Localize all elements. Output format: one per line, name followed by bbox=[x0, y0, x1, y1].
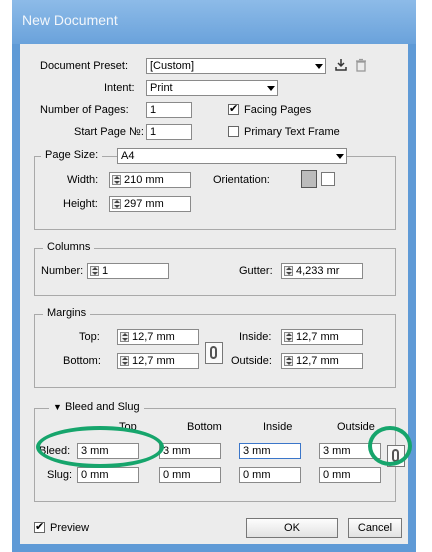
slug-outside-input[interactable]: 0 mm bbox=[319, 467, 381, 483]
intent-value: Print bbox=[150, 82, 173, 94]
header-inside: Inside bbox=[263, 421, 293, 433]
bleed-highlight-ellipse bbox=[36, 426, 164, 468]
margin-inside-input[interactable]: 12,7 mm bbox=[281, 329, 363, 345]
slug-bottom-input[interactable]: 0 mm bbox=[159, 467, 221, 483]
delete-preset-icon[interactable] bbox=[354, 58, 368, 72]
page-size-select[interactable]: A4 bbox=[117, 148, 347, 164]
document-preset-label: Document Preset: bbox=[40, 60, 129, 72]
spinner-icon[interactable] bbox=[112, 175, 121, 185]
spinner-icon[interactable] bbox=[90, 266, 99, 276]
spinner-icon[interactable] bbox=[120, 332, 129, 342]
slug-inside-input[interactable]: 0 mm bbox=[239, 467, 301, 483]
spinner-icon[interactable] bbox=[284, 266, 293, 276]
width-input[interactable]: 210 mm bbox=[109, 172, 191, 188]
portrait-orientation-icon[interactable] bbox=[301, 170, 317, 188]
chevron-down-icon bbox=[335, 150, 345, 162]
height-input[interactable]: 297 mm bbox=[109, 196, 191, 212]
slug-top-input[interactable]: 0 mm bbox=[77, 467, 139, 483]
number-of-pages-label: Number of Pages: bbox=[40, 104, 129, 116]
bleed-slug-label: Bleed and Slug bbox=[64, 401, 140, 413]
margin-bottom-input[interactable]: 12,7 mm bbox=[117, 353, 199, 369]
gutter-label: Gutter: bbox=[239, 265, 273, 277]
height-label: Height: bbox=[63, 198, 98, 210]
spinner-icon[interactable] bbox=[284, 356, 293, 366]
primary-text-frame-label: Primary Text Frame bbox=[244, 126, 340, 138]
columns-group-label: Columns bbox=[43, 241, 95, 253]
window-title: New Document bbox=[22, 12, 118, 28]
new-document-dialog: Document Preset: [Custom] Intent: Print … bbox=[20, 44, 412, 544]
page-size-value: A4 bbox=[121, 150, 135, 162]
ok-button[interactable]: OK bbox=[246, 518, 338, 538]
start-page-input[interactable]: 1 bbox=[146, 124, 192, 140]
margin-outside-label: Outside: bbox=[231, 355, 272, 367]
start-page-label: Start Page №: bbox=[74, 126, 144, 138]
spinner-icon[interactable] bbox=[120, 356, 129, 366]
number-of-pages-input[interactable]: 1 bbox=[146, 102, 192, 118]
intent-label: Intent: bbox=[104, 82, 135, 94]
page-size-group: Page Size: A4 Width: 210 mm Orientation:… bbox=[34, 148, 396, 230]
save-preset-icon[interactable] bbox=[334, 58, 348, 72]
spinner-icon[interactable] bbox=[284, 332, 293, 342]
page-size-label: Page Size: bbox=[41, 149, 103, 161]
preview-checkbox[interactable] bbox=[34, 520, 45, 533]
spinner-icon[interactable] bbox=[112, 199, 121, 209]
margin-outside-input[interactable]: 12,7 mm bbox=[281, 353, 363, 369]
margin-bottom-label: Bottom: bbox=[63, 355, 101, 367]
document-preset-value: [Custom] bbox=[150, 60, 195, 72]
header-outside: Outside bbox=[337, 421, 375, 433]
chevron-down-icon bbox=[266, 82, 276, 94]
cancel-button[interactable]: Cancel bbox=[348, 518, 402, 538]
document-preset-select[interactable]: [Custom] bbox=[146, 58, 326, 74]
new-document-window: New Document Document Preset: [Custom] I… bbox=[12, 0, 416, 552]
columns-number-input[interactable]: 1 bbox=[87, 263, 169, 279]
margins-group: Margins Top: 12,7 mm Inside: 12,7 mm Bot… bbox=[34, 307, 396, 388]
title-bar[interactable]: New Document bbox=[12, 0, 416, 44]
orientation-label: Orientation: bbox=[213, 174, 270, 186]
margin-top-label: Top: bbox=[79, 331, 100, 343]
chevron-down-icon bbox=[314, 60, 324, 72]
triangle-down-icon: ▼ bbox=[53, 402, 62, 412]
columns-number-label: Number: bbox=[41, 265, 84, 277]
landscape-orientation-icon[interactable] bbox=[321, 172, 335, 186]
margin-top-input[interactable]: 12,7 mm bbox=[117, 329, 199, 345]
columns-group: Columns Number: 1 Gutter: 4,233 mr bbox=[34, 241, 396, 296]
intent-select[interactable]: Print bbox=[146, 80, 278, 96]
primary-text-frame-checkbox[interactable] bbox=[228, 126, 239, 137]
preview-label: Preview bbox=[50, 522, 90, 534]
make-margins-same-icon[interactable] bbox=[205, 342, 223, 364]
bleed-inside-input[interactable]: 3 mm bbox=[239, 443, 301, 459]
facing-pages-checkbox[interactable] bbox=[228, 102, 239, 115]
link-highlight-ellipse bbox=[368, 426, 412, 466]
margins-group-label: Margins bbox=[43, 307, 91, 319]
gutter-input[interactable]: 4,233 mr bbox=[281, 263, 363, 279]
facing-pages-label: Facing Pages bbox=[244, 104, 312, 116]
margin-inside-label: Inside: bbox=[239, 331, 272, 343]
slug-label: Slug: bbox=[47, 469, 73, 481]
header-bottom: Bottom bbox=[187, 421, 222, 433]
bleed-slug-toggle[interactable]: ▼ Bleed and Slug bbox=[49, 401, 144, 413]
bleed-bottom-input[interactable]: 3 mm bbox=[159, 443, 221, 459]
width-label: Width: bbox=[67, 174, 99, 186]
